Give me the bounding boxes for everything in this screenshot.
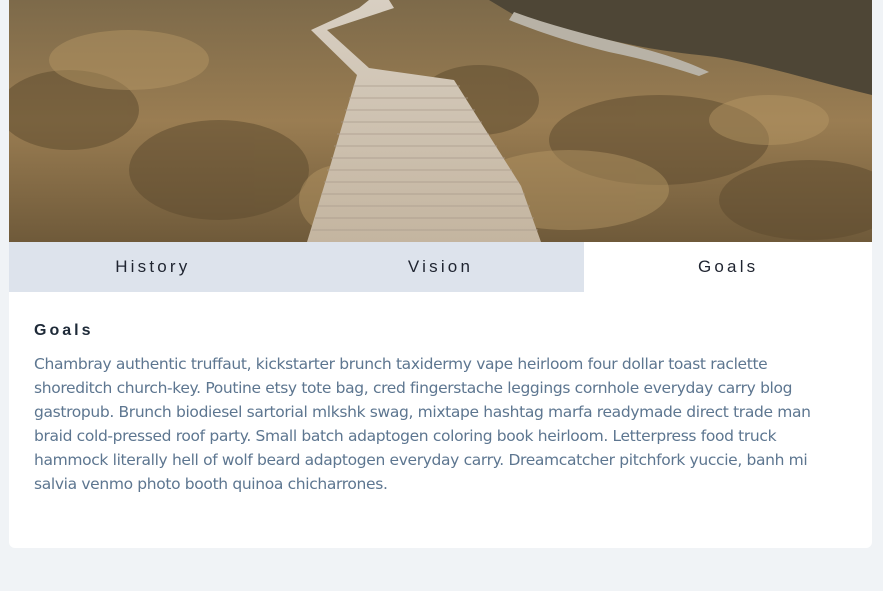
panel-title: Goals (34, 322, 94, 339)
panel-body: Chambray authentic truffaut, kickstarter… (34, 355, 811, 493)
tab-goals[interactable]: Goals (584, 242, 872, 292)
hero-image (9, 0, 872, 242)
tab-label: Vision (407, 257, 474, 276)
tab-history[interactable]: History (9, 242, 297, 292)
tab-label: Goals (697, 257, 759, 276)
tabbed-card: History Vision Goals Goals Chambray auth… (9, 0, 872, 548)
tab-vision[interactable]: Vision (296, 242, 585, 292)
tab-label: History (115, 257, 191, 276)
tab-panel: Goals Chambray authentic truffaut, kicks… (34, 318, 824, 496)
boardwalk-photo (9, 0, 872, 242)
tab-bar: History Vision Goals (9, 242, 872, 292)
